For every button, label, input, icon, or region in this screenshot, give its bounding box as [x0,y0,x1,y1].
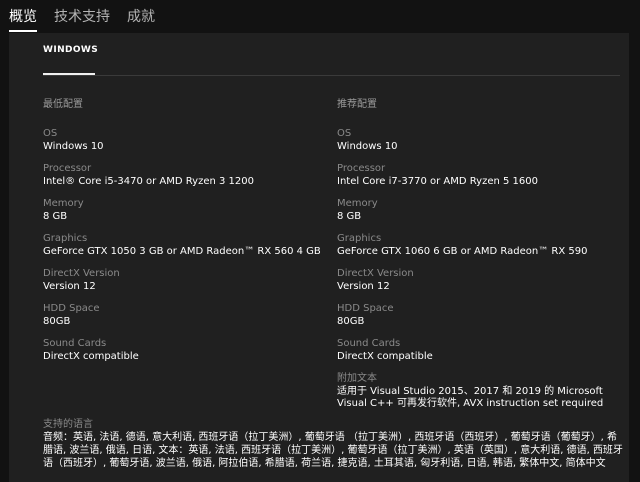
recommended-requirements: 推荐配置 OS Windows 10 Processor Intel Core … [337,95,617,420]
spec-value: Windows 10 [43,141,104,152]
spec-directx: DirectX Version Version 12 [337,268,617,293]
languages-label: 支持的语言 [43,419,93,430]
spec-value: Intel Core i7-3770 or AMD Ryzen 5 1600 [337,176,539,187]
spec-hdd: HDD Space 80GB [43,303,323,328]
top-navigation: 概览 技术支持 成就 [0,0,640,33]
spec-sound: Sound Cards DirectX compatible [43,338,323,363]
spec-value: Version 12 [337,281,390,292]
spec-processor: Processor Intel® Core i5-3470 or AMD Ryz… [43,163,323,188]
spec-processor: Processor Intel Core i7-3770 or AMD Ryze… [337,163,617,188]
spec-sound: Sound Cards DirectX compatible [337,338,617,363]
spec-label: OS [337,128,352,139]
spec-value: 80GB [337,316,365,327]
minimum-title: 最低配置 [43,99,83,110]
spec-label: HDD Space [337,303,394,314]
spec-label: Memory [43,198,84,209]
spec-label: Sound Cards [43,338,107,349]
spec-value: GeForce GTX 1050 3 GB or AMD Radeon™ RX … [43,246,321,257]
spec-value: DirectX compatible [43,351,139,362]
spec-value: 8 GB [337,211,362,222]
spec-graphics: Graphics GeForce GTX 1050 3 GB or AMD Ra… [43,233,323,258]
spec-value: Intel® Core i5-3470 or AMD Ryzen 3 1200 [43,176,255,187]
spec-value: 8 GB [43,211,68,222]
spec-value: DirectX compatible [337,351,433,362]
languages-value: 音频：英语, 法语, 德语, 意大利语, 西班牙语（拉丁美洲）, 葡萄牙语 （拉… [43,432,623,469]
tab-support[interactable]: 技术支持 [54,6,110,30]
spec-os: OS Windows 10 [337,128,617,153]
spec-memory: Memory 8 GB [43,198,323,223]
spec-label: Processor [43,163,92,174]
supported-languages: 支持的语言 音频：英语, 法语, 德语, 意大利语, 西班牙语（拉丁美洲）, 葡… [43,419,623,470]
spec-label: HDD Space [43,303,100,314]
spec-value: 适用于 Visual Studio 2015、2017 和 2019 的 Mic… [337,386,604,409]
spec-additional-notes: 附加文本 适用于 Visual Studio 2015、2017 和 2019 … [337,373,617,410]
spec-label: OS [43,128,58,139]
system-requirements-panel: WINDOWS 最低配置 OS Windows 10 Processor Int… [9,33,629,482]
tab-overview[interactable]: 概览 [9,6,37,32]
os-tab-windows[interactable]: WINDOWS [43,45,98,55]
divider [43,75,620,76]
tab-achievements[interactable]: 成就 [127,6,155,30]
spec-label: Graphics [43,233,88,244]
spec-label: Memory [337,198,378,209]
recommended-title: 推荐配置 [337,99,377,110]
spec-hdd: HDD Space 80GB [337,303,617,328]
spec-label: DirectX Version [43,268,120,279]
spec-value: 80GB [43,316,71,327]
spec-value: GeForce GTX 1060 6 GB or AMD Radeon™ RX … [337,246,588,257]
spec-graphics: Graphics GeForce GTX 1060 6 GB or AMD Ra… [337,233,617,258]
spec-value: Version 12 [43,281,96,292]
spec-label: Sound Cards [337,338,401,349]
spec-label: DirectX Version [337,268,414,279]
spec-memory: Memory 8 GB [337,198,617,223]
spec-os: OS Windows 10 [43,128,323,153]
spec-label: Processor [337,163,386,174]
spec-value: Windows 10 [337,141,398,152]
spec-directx: DirectX Version Version 12 [43,268,323,293]
spec-label: 附加文本 [337,373,377,384]
spec-label: Graphics [337,233,382,244]
minimum-requirements: 最低配置 OS Windows 10 Processor Intel® Core… [43,95,323,373]
